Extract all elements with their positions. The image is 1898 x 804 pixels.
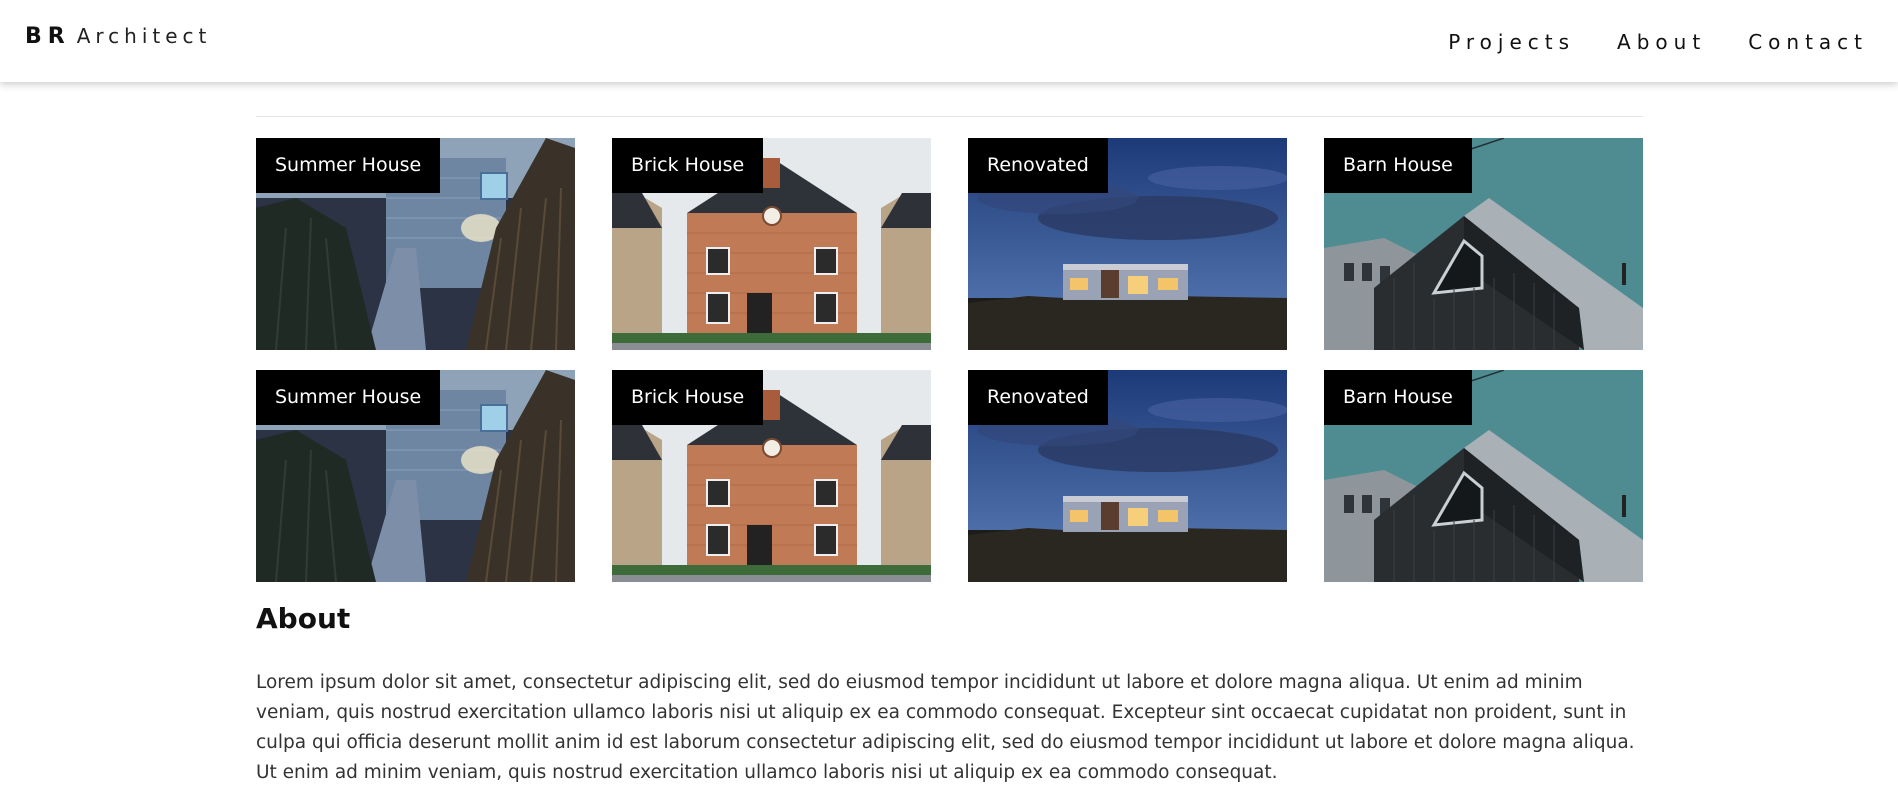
projects-grid: Summer House Brick House Renovated Barn … (256, 138, 1643, 582)
project-card[interactable]: Summer House (256, 138, 575, 350)
project-label: Summer House (256, 138, 441, 193)
main-nav: Projects About Contact (1448, 30, 1868, 54)
brand-name: Architect (76, 24, 212, 48)
project-card[interactable]: Summer House (256, 370, 575, 582)
project-card[interactable]: Renovated (968, 138, 1287, 350)
project-label: Brick House (612, 138, 764, 193)
project-label: Brick House (612, 370, 764, 425)
section-divider (256, 116, 1643, 117)
nav-link-projects[interactable]: Projects (1448, 30, 1575, 54)
brand-logo[interactable]: BR Architect (25, 24, 211, 49)
project-card[interactable]: Barn House (1324, 370, 1643, 582)
project-label: Barn House (1324, 370, 1472, 425)
brand-initials: BR (25, 24, 71, 49)
nav-link-about[interactable]: About (1617, 30, 1706, 54)
project-label: Summer House (256, 370, 441, 425)
project-label: Renovated (968, 138, 1108, 193)
project-card[interactable]: Brick House (612, 370, 931, 582)
project-card[interactable]: Brick House (612, 138, 931, 350)
nav-link-contact[interactable]: Contact (1748, 30, 1868, 54)
project-label: Barn House (1324, 138, 1472, 193)
project-card[interactable]: Barn House (1324, 138, 1643, 350)
about-paragraph: Lorem ipsum dolor sit amet, consectetur … (256, 672, 1635, 783)
project-label: Renovated (968, 370, 1108, 425)
top-navbar: BR Architect Projects About Contact (0, 0, 1898, 82)
project-card[interactable]: Renovated (968, 370, 1287, 582)
about-heading: About (256, 602, 351, 635)
